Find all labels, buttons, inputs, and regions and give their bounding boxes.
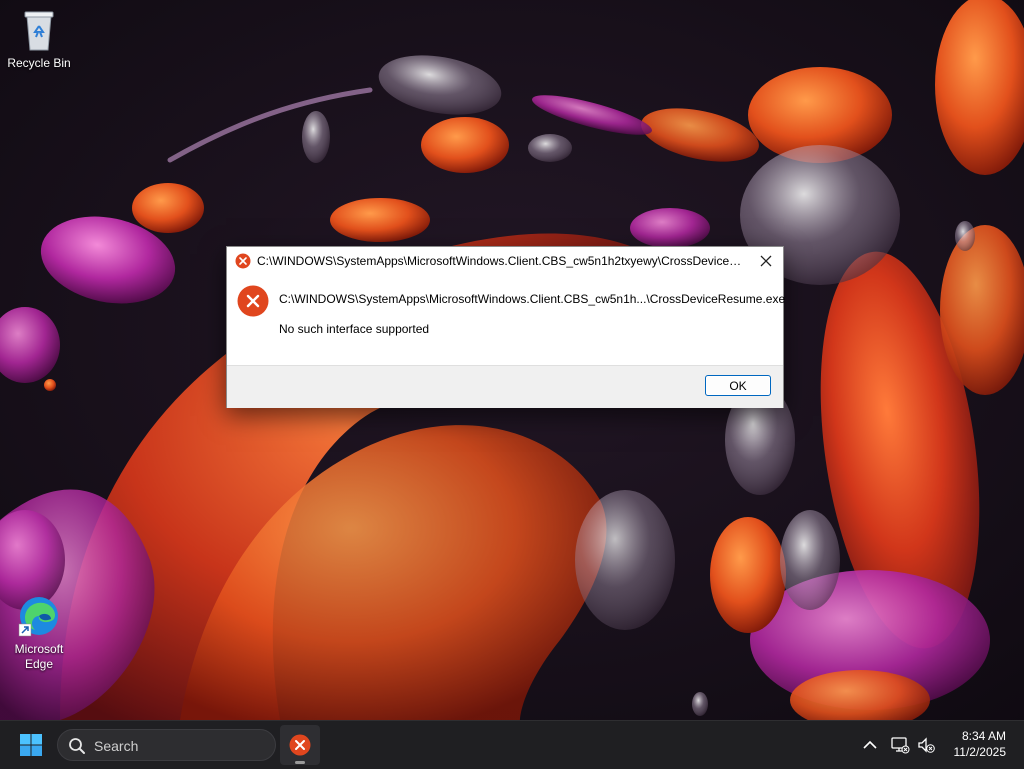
dialog-title-bar[interactable]: C:\WINDOWS\SystemApps\MicrosoftWindows.C… [227, 247, 783, 275]
error-icon [289, 734, 311, 756]
taskbar-clock[interactable]: 8:34 AM 11/2/2025 [954, 728, 1007, 760]
error-dialog: C:\WINDOWS\SystemApps\MicrosoftWindows.C… [226, 246, 786, 408]
edge-icon [18, 597, 58, 637]
taskbar-search-box[interactable]: Search [57, 729, 276, 761]
taskbar-app-error-dialog[interactable] [280, 725, 320, 765]
error-file-path: C:\WINDOWS\SystemApps\MicrosoftWindows.C… [279, 292, 786, 306]
desktop-icon-label: Recycle Bin [7, 56, 71, 70]
recycle-bin-icon [24, 11, 54, 51]
error-message: No such interface supported [279, 322, 430, 336]
volume-muted-icon[interactable] [916, 735, 936, 755]
windows-start-icon [20, 734, 42, 756]
taskbar: Search 8:34 AM 11/2/2025 [0, 720, 1024, 769]
search-icon [69, 738, 85, 754]
search-placeholder: Search [94, 738, 139, 754]
desktop-icon-microsoft-edge[interactable]: Microsoft Edge [2, 594, 76, 672]
clock-date: 11/2/2025 [953, 745, 1007, 759]
clock-time: 8:34 AM [961, 729, 1006, 743]
chevron-up-icon[interactable] [860, 735, 880, 755]
error-icon [237, 285, 269, 317]
ok-button[interactable]: OK [705, 375, 771, 396]
start-button[interactable] [10, 725, 52, 765]
desktop-icon-recycle-bin[interactable]: Recycle Bin [2, 8, 76, 71]
dialog-title: C:\WINDOWS\SystemApps\MicrosoftWindows.C… [257, 254, 747, 268]
close-icon [760, 255, 772, 267]
desktop-icon-label: Microsoft Edge [14, 642, 64, 671]
error-icon [235, 253, 251, 269]
dialog-footer: OK [227, 365, 783, 408]
dialog-close-button[interactable] [749, 247, 783, 275]
network-icon[interactable] [890, 735, 910, 755]
